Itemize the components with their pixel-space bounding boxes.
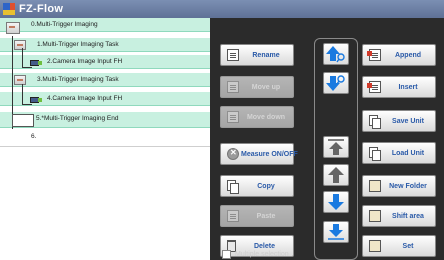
- root-node-icon: [6, 22, 20, 34]
- move-up-icon: [227, 81, 239, 93]
- tree-item[interactable]: 6.: [0, 130, 210, 144]
- tree-item[interactable]: 0.Multi-Trigger Imaging: [0, 18, 210, 32]
- set-button[interactable]: Set: [362, 235, 436, 257]
- multiple-selection-label: Multiple selection: [235, 251, 289, 258]
- move-down-button[interactable]: Move down: [220, 106, 294, 128]
- search-up-button[interactable]: [323, 43, 349, 65]
- arrow-down-icon: [328, 194, 344, 210]
- arrow-up-search-icon: [326, 46, 345, 63]
- camera-icon: [30, 95, 42, 104]
- tree-connector: [22, 67, 32, 68]
- arrow-up-icon: [328, 167, 344, 183]
- append-button[interactable]: Append: [362, 44, 436, 66]
- measure-toggle-button[interactable]: Measure ON/OFF: [220, 143, 298, 165]
- end-node-icon: [12, 114, 34, 127]
- tree-item[interactable]: 3.Multi-Trigger Imaging Task: [0, 73, 210, 87]
- multiple-selection-toggle[interactable]: Multiple selection: [222, 250, 289, 259]
- move-top-button[interactable]: [323, 136, 349, 158]
- move-down-icon: [227, 111, 239, 123]
- tree-connector: [22, 84, 23, 104]
- copy-button[interactable]: Copy: [220, 175, 294, 197]
- save-unit-button[interactable]: Save Unit: [362, 110, 436, 132]
- task-node-icon: [14, 40, 26, 50]
- set-icon: [369, 240, 381, 252]
- move-down-arrow-button[interactable]: [323, 191, 349, 213]
- move-up-arrow-button[interactable]: [323, 164, 349, 186]
- rename-icon: [227, 49, 239, 61]
- folder-icon: [369, 180, 381, 192]
- paste-button[interactable]: Paste: [220, 205, 294, 227]
- measure-off-icon: [227, 148, 239, 160]
- tree-divider: [0, 146, 210, 147]
- camera-icon: [30, 58, 42, 67]
- append-icon: [367, 49, 381, 61]
- move-bottom-button[interactable]: [323, 221, 349, 243]
- arrow-bottom-icon: [328, 224, 344, 240]
- insert-icon: [367, 81, 381, 93]
- new-folder-button[interactable]: New Folder: [362, 175, 436, 197]
- arrow-down-search-icon: [326, 75, 345, 91]
- insert-button[interactable]: Insert: [362, 76, 436, 98]
- app-icon: [3, 3, 15, 15]
- flow-tree[interactable]: 0.Multi-Trigger Imaging 1.Multi-Trigger …: [0, 18, 210, 260]
- edit-panel: Rename Move up Move down Measure ON/OFF …: [210, 18, 444, 260]
- multiple-selection-checkbox[interactable]: [222, 250, 231, 259]
- title-bar: FZ-Flow: [0, 0, 444, 18]
- save-unit-icon: [369, 115, 381, 129]
- task-node-icon: [14, 75, 26, 85]
- tree-connector: [22, 104, 32, 105]
- tree-item-label: 2.Camera Image Input FH: [47, 58, 123, 65]
- copy-icon: [227, 180, 239, 194]
- arrow-top-icon: [328, 139, 344, 155]
- move-up-button[interactable]: Move up: [220, 76, 294, 98]
- tree-item[interactable]: 1.Multi-Trigger Imaging Task: [0, 38, 210, 52]
- tree-item-label: 6.: [31, 133, 37, 140]
- navigation-arrow-group: [314, 38, 358, 260]
- shift-area-icon: [369, 210, 381, 222]
- tree-item-label: 3.Multi-Trigger Imaging Task: [37, 76, 119, 83]
- shift-area-button[interactable]: Shift area: [362, 205, 436, 227]
- tree-connector: [22, 48, 23, 68]
- search-down-button[interactable]: [323, 72, 349, 94]
- tree-item-label: 5.*Multi-Trigger Imaging End: [36, 115, 119, 122]
- load-unit-icon: [369, 147, 381, 161]
- window-title: FZ-Flow: [19, 3, 64, 15]
- tree-item-label: 1.Multi-Trigger Imaging Task: [37, 41, 119, 48]
- tree-item-label: 4.Camera Image Input FH: [47, 95, 123, 102]
- rename-button[interactable]: Rename: [220, 44, 294, 66]
- paste-icon: [227, 210, 239, 222]
- tree-item-label: 0.Multi-Trigger Imaging: [31, 21, 98, 28]
- load-unit-button[interactable]: Load Unit: [362, 142, 436, 164]
